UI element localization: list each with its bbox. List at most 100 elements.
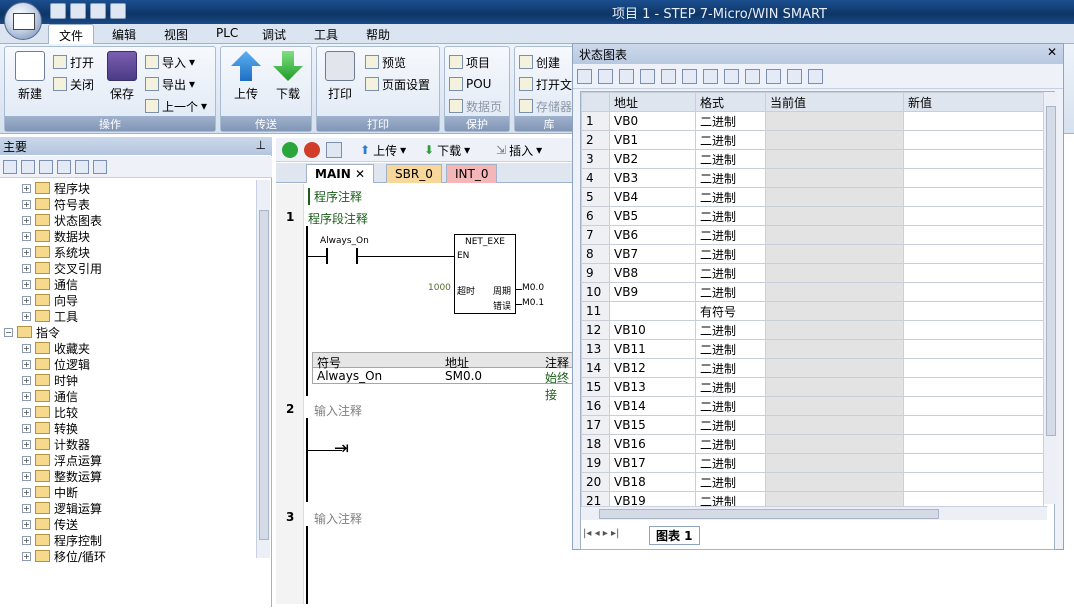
doc-icon[interactable] [39, 160, 53, 174]
expand-icon[interactable]: + [22, 359, 31, 369]
cell-address[interactable]: VB5 [609, 206, 696, 226]
cell-format[interactable]: 二进制 [695, 472, 766, 492]
col-header-address[interactable]: 地址 [609, 92, 696, 112]
cell-address[interactable]: VB13 [609, 377, 696, 397]
tree-item[interactable]: + 向导 [22, 292, 78, 308]
expand-icon[interactable]: + [22, 519, 31, 529]
cell-address[interactable]: VB9 [609, 282, 696, 302]
trend-chart-icon[interactable] [787, 69, 802, 84]
expand-icon[interactable]: + [22, 487, 31, 497]
editor-upload-button[interactable]: ⬆ 上传 ▾ [360, 141, 406, 159]
tree-item[interactable]: + 中断 [22, 484, 78, 500]
cell-new-value[interactable] [903, 320, 1044, 340]
cell-format[interactable]: 二进制 [695, 149, 766, 169]
cell-format[interactable]: 有符号 [695, 301, 766, 321]
cell-format[interactable]: 二进制 [695, 244, 766, 264]
table-row[interactable]: 17 VB15 二进制 [581, 415, 1044, 435]
save-button[interactable]: 保存 [103, 51, 141, 102]
create-library-button[interactable]: 创建 [519, 53, 560, 71]
tree-item[interactable]: + 计数器 [22, 436, 90, 452]
tree-item[interactable]: + 转换 [22, 420, 78, 436]
status-chart-hscroll[interactable] [581, 506, 1047, 520]
cell-new-value[interactable] [903, 130, 1044, 150]
preview-button[interactable]: 预览 [365, 53, 406, 71]
cell-new-value[interactable] [903, 453, 1044, 473]
expand-icon[interactable]: + [22, 503, 31, 513]
expand-icon[interactable]: + [22, 311, 31, 321]
hscroll-thumb[interactable] [599, 509, 939, 519]
expand-icon[interactable]: + [22, 551, 31, 561]
cell-format[interactable]: 二进制 [695, 187, 766, 207]
cell-new-value[interactable] [903, 225, 1044, 245]
cell-address[interactable]: VB15 [609, 415, 696, 435]
expand-icon[interactable]: − [4, 327, 13, 337]
table-row[interactable]: 20 VB18 二进制 [581, 472, 1044, 492]
tree-item[interactable]: + 交叉引用 [22, 260, 102, 276]
expand-icon[interactable]: + [22, 439, 31, 449]
sheet-tab-chart1[interactable]: 图表 1 [649, 526, 700, 545]
cell-new-value[interactable] [903, 187, 1044, 207]
col-header-current[interactable]: 当前值 [765, 92, 904, 112]
cell-format[interactable]: 二进制 [695, 130, 766, 150]
table-row[interactable]: 14 VB12 二进制 [581, 358, 1044, 378]
tree-item[interactable]: + 状态图表 [22, 212, 102, 228]
tab-main[interactable]: MAIN ✕ [306, 164, 374, 183]
tab-sbr0[interactable]: SBR_0 [386, 164, 442, 183]
tree-item[interactable]: − 指令 [4, 324, 60, 340]
table-icon[interactable] [21, 160, 35, 174]
tree-scrollbar[interactable] [256, 180, 270, 558]
cell-address[interactable]: VB16 [609, 434, 696, 454]
output-m0-0[interactable]: M0.0 [522, 283, 544, 293]
expand-icon[interactable]: + [22, 375, 31, 385]
contact-left-bar[interactable] [326, 248, 328, 264]
tree-item[interactable]: + 比较 [22, 404, 78, 420]
cell-address[interactable]: VB1 [609, 130, 696, 150]
save-icon[interactable] [90, 3, 106, 19]
expand-icon[interactable]: + [22, 391, 31, 401]
cell-address[interactable]: VB17 [609, 453, 696, 473]
expand-icon[interactable]: + [22, 535, 31, 545]
expand-icon[interactable]: + [22, 199, 31, 209]
cell-address[interactable] [609, 301, 696, 321]
cell-new-value[interactable] [903, 396, 1044, 416]
protect-pou-button[interactable]: POU [449, 75, 491, 93]
cell-address[interactable]: VB6 [609, 225, 696, 245]
open-button[interactable]: 打开 [53, 53, 94, 71]
table-row[interactable]: 8 VB7 二进制 [581, 244, 1044, 264]
cell-new-value[interactable] [903, 358, 1044, 378]
delete-row-icon[interactable] [598, 69, 613, 84]
options-icon[interactable] [808, 69, 823, 84]
cell-new-value[interactable] [903, 415, 1044, 435]
cell-new-value[interactable] [903, 339, 1044, 359]
tree-item[interactable]: + 系统块 [22, 244, 90, 260]
sheet-nav-arrows-icon[interactable]: |◂ ◂ ▸ ▸| [583, 528, 619, 539]
cell-format[interactable]: 二进制 [695, 396, 766, 416]
cell-address[interactable]: VB14 [609, 396, 696, 416]
cell-format[interactable]: 二进制 [695, 358, 766, 378]
print-icon[interactable] [110, 3, 126, 19]
cell-format[interactable]: 二进制 [695, 320, 766, 340]
cell-new-value[interactable] [903, 301, 1044, 321]
tree-item[interactable]: + 位逻辑 [22, 356, 90, 372]
expand-icon[interactable]: + [22, 247, 31, 257]
close-button[interactable]: 关闭 [53, 75, 94, 93]
cell-format[interactable]: 二进制 [695, 206, 766, 226]
add-row-icon[interactable] [577, 69, 592, 84]
memory-button[interactable]: 存储器 [519, 97, 572, 115]
cell-address[interactable]: VB11 [609, 339, 696, 359]
cell-format[interactable]: 二进制 [695, 282, 766, 302]
import-button[interactable]: 导入 ▾ [145, 53, 195, 71]
status-scroll-thumb[interactable] [1046, 106, 1056, 436]
table-row[interactable]: 5 VB4 二进制 [581, 187, 1044, 207]
tree-item[interactable]: + 通信 [22, 388, 78, 404]
cell-new-value[interactable] [903, 206, 1044, 226]
cell-address[interactable]: VB0 [609, 111, 696, 131]
cell-address[interactable]: VB12 [609, 358, 696, 378]
cell-address[interactable]: VB10 [609, 320, 696, 340]
table-row[interactable]: 4 VB3 二进制 [581, 168, 1044, 188]
close-icon[interactable]: ✕ [355, 167, 365, 181]
menu-file[interactable]: 文件 [48, 24, 95, 44]
table-row[interactable]: 10 VB9 二进制 [581, 282, 1044, 302]
tree-item[interactable]: + 浮点运算 [22, 452, 102, 468]
previous-button[interactable]: 上一个 ▾ [145, 97, 207, 115]
